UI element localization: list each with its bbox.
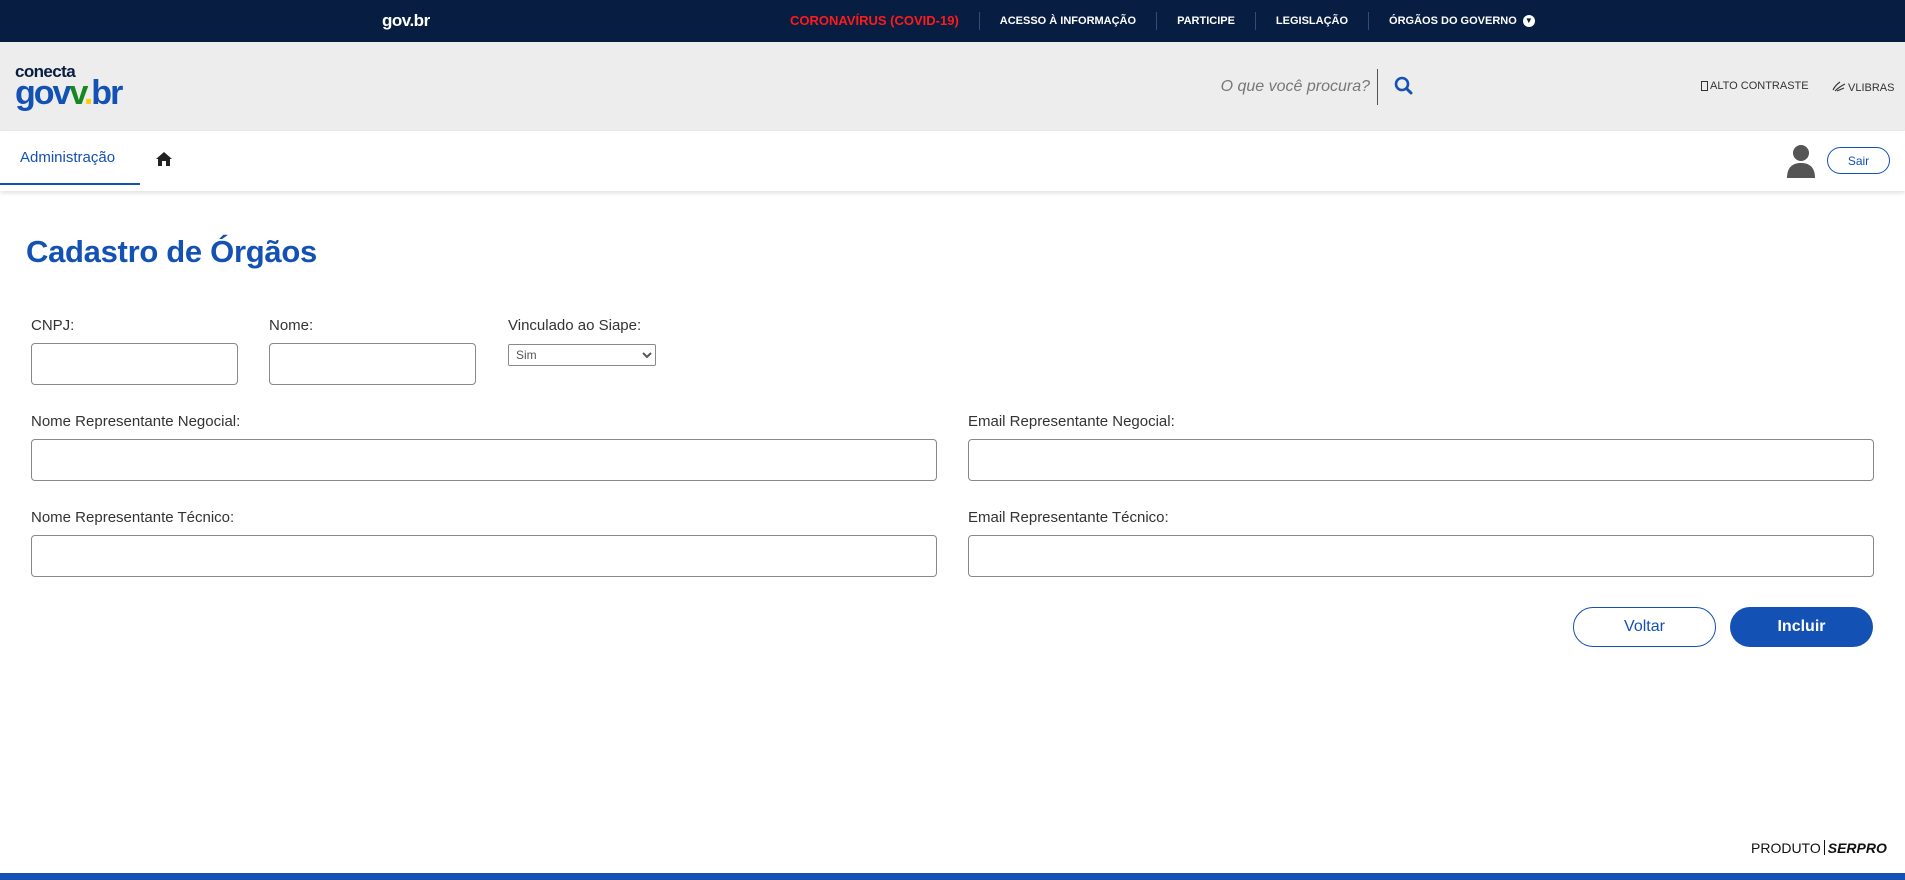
produto-text: PRODUTO [1751,840,1821,856]
tec-email-label: Email Representante Técnico: [968,509,1169,526]
orgaos-governo-label: ÓRGÃOS DO GOVERNO [1389,15,1517,27]
hand-sign-icon [1832,80,1846,95]
gov-top-links: CORONAVÍRUS (COVID-19) ACESSO À INFORMAÇ… [770,0,1555,42]
high-contrast-label: ALTO CONTRASTE [1710,80,1809,92]
search-icon[interactable] [1392,74,1416,98]
serpro-product-brand: PRODUTO SERPRO [1751,840,1887,856]
search-divider [1377,69,1378,105]
admin-nav: Administração Sair [0,131,1905,191]
neg-nome-label: Nome Representante Negocial: [31,413,241,430]
participe-link[interactable]: PARTICIPE [1156,12,1255,30]
page-title: Cadastro de Órgãos [26,234,317,269]
site-header: conecta govv.br ALTO CONTRASTE VLIBRAS [0,42,1905,131]
logo-govbr-text: govv.br [15,74,123,112]
serpro-text: SERPRO [1827,840,1887,856]
bottom-accent-bar [0,873,1905,880]
acesso-informacao-link[interactable]: ACESSO À INFORMAÇÃO [978,12,1156,30]
back-button[interactable]: Voltar [1573,607,1716,647]
siape-select[interactable]: Sim [508,344,656,366]
vlibras-button[interactable]: VLIBRAS [1832,80,1894,95]
covid-link[interactable]: CORONAVÍRUS (COVID-19) [770,12,979,30]
neg-email-label: Email Representante Negocial: [968,413,1175,430]
gov-top-bar: gov.br CORONAVÍRUS (COVID-19) ACESSO À I… [0,0,1905,42]
contrast-icon [1701,81,1708,91]
conecta-govbr-logo[interactable]: conecta govv.br [15,62,125,114]
govbr-brand[interactable]: gov.br [382,11,430,31]
vlibras-label: VLIBRAS [1848,81,1895,94]
tec-nome-input[interactable] [31,535,937,577]
user-avatar-icon[interactable] [1786,144,1816,178]
orgaos-governo-menu[interactable]: ÓRGÃOS DO GOVERNO ▼ [1368,12,1555,30]
nome-label: Nome: [269,317,314,334]
tec-email-input[interactable] [968,535,1874,577]
nome-input[interactable] [269,343,476,385]
search-input[interactable] [1180,69,1380,105]
legislacao-link[interactable]: LEGISLAÇÃO [1254,12,1368,30]
chevron-down-icon: ▼ [1522,15,1535,27]
tec-nome-label: Nome Representante Técnico: [31,509,235,526]
neg-email-input[interactable] [968,439,1874,481]
submit-button[interactable]: Incluir [1730,607,1873,647]
siape-label: Vinculado ao Siape: [508,317,642,334]
cnpj-input[interactable] [31,343,238,385]
home-icon[interactable] [155,151,173,167]
logout-button[interactable]: Sair [1827,147,1890,174]
brand-divider [1823,840,1825,855]
tab-administracao[interactable]: Administração [0,131,140,185]
high-contrast-button[interactable]: ALTO CONTRASTE [1701,80,1809,92]
cnpj-label: CNPJ: [31,317,75,334]
neg-nome-input[interactable] [31,439,937,481]
